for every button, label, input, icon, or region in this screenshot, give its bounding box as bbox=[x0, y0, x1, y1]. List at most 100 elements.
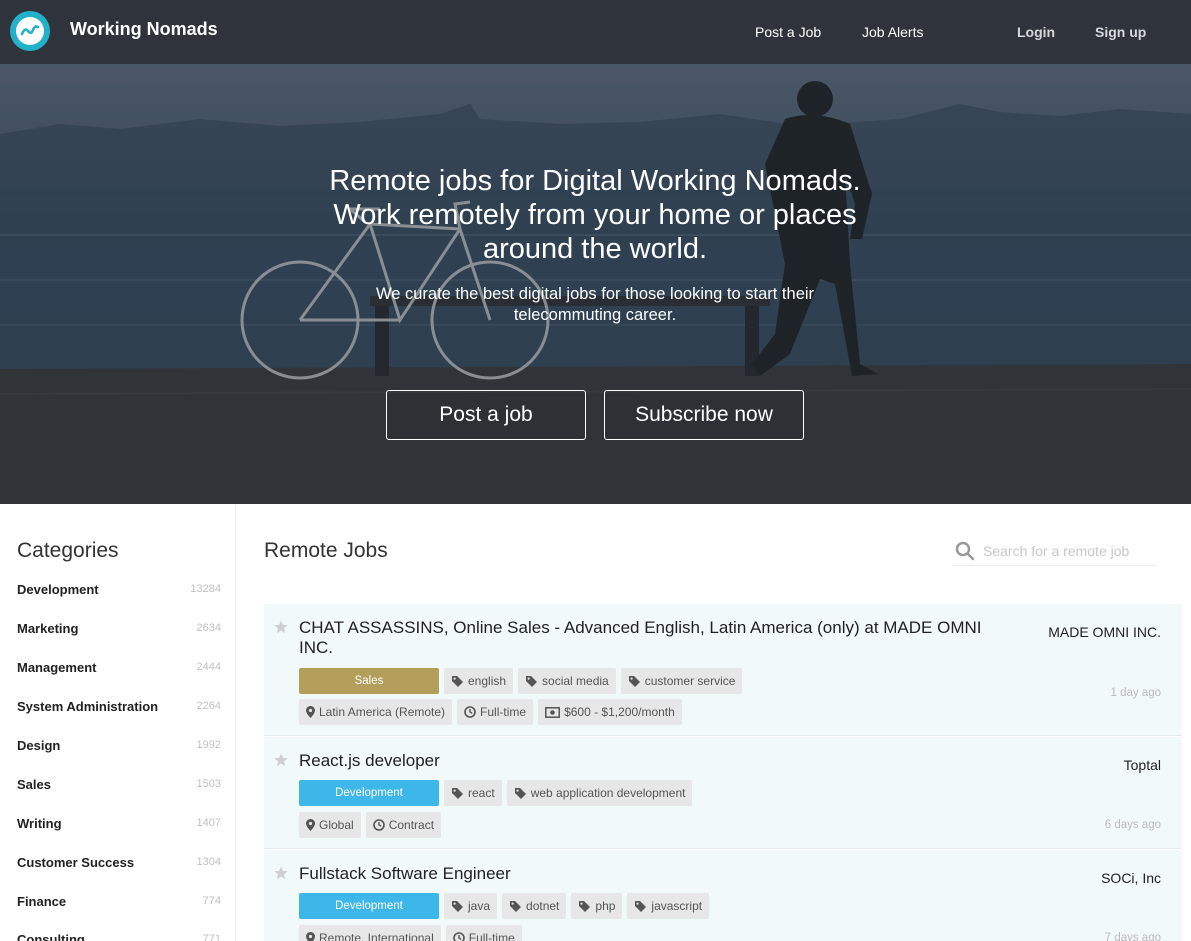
job-tags: Development java dotnet php javascript bbox=[299, 893, 710, 919]
map-marker-icon bbox=[306, 819, 315, 831]
job-listing[interactable]: Fullstack Software Engineer SOCi, Inc De… bbox=[264, 850, 1182, 941]
star-icon[interactable] bbox=[274, 620, 288, 634]
nav-login[interactable]: Login bbox=[1017, 24, 1055, 40]
tag-label: react bbox=[468, 786, 495, 800]
category-item[interactable]: Marketing 2634 bbox=[17, 621, 221, 636]
clock-icon bbox=[372, 819, 385, 831]
category-count: 13284 bbox=[190, 583, 221, 595]
clock-icon bbox=[452, 932, 465, 941]
tag-icon bbox=[628, 675, 640, 687]
tag-icon bbox=[514, 787, 526, 799]
category-item[interactable]: Finance 774 bbox=[17, 894, 221, 909]
category-name: Consulting bbox=[17, 932, 85, 941]
nav-job-alerts[interactable]: Job Alerts bbox=[862, 24, 923, 40]
job-type: Contract bbox=[365, 812, 442, 838]
job-type-label: Full-time bbox=[468, 931, 515, 941]
tag-label: social media bbox=[542, 674, 609, 688]
category-count: 1992 bbox=[196, 739, 221, 751]
category-item[interactable]: System Administration 2264 bbox=[17, 699, 221, 714]
tag-icon bbox=[510, 900, 522, 912]
categories-sidebar: Categories Development 13284 Marketing 263… bbox=[0, 504, 236, 941]
category-name: Finance bbox=[17, 894, 67, 909]
job-listing[interactable]: CHAT ASSASSINS, Online Sales - Advanced … bbox=[264, 604, 1182, 736]
company-name[interactable]: SOCi, Inc bbox=[1101, 870, 1161, 886]
tag-icon bbox=[635, 900, 647, 912]
tag[interactable]: social media bbox=[518, 668, 616, 694]
logo-icon[interactable] bbox=[10, 11, 50, 51]
tag[interactable]: javascript bbox=[627, 893, 710, 919]
job-search bbox=[952, 537, 1157, 566]
category-pill[interactable]: Development bbox=[299, 893, 439, 919]
job-location: Latin America (Remote) bbox=[299, 699, 453, 725]
tag[interactable]: php bbox=[571, 893, 623, 919]
tag[interactable]: customer service bbox=[620, 668, 743, 694]
category-item[interactable]: Writing 1407 bbox=[17, 816, 221, 831]
category-pill[interactable]: Development bbox=[299, 780, 439, 806]
hero-title-line: around the world. bbox=[482, 233, 708, 265]
remote-jobs-heading: Remote Jobs bbox=[264, 539, 388, 562]
tag-label: web application development bbox=[530, 786, 686, 800]
job-title[interactable]: React.js developer bbox=[299, 751, 999, 771]
category-item[interactable]: Sales 1503 bbox=[17, 777, 221, 792]
salary-label: $600 - $1,200/month bbox=[564, 705, 675, 719]
map-marker-icon bbox=[306, 932, 315, 941]
clock-icon bbox=[464, 706, 476, 718]
job-tags: Development react web application develo… bbox=[299, 780, 693, 806]
tag-label: customer service bbox=[644, 674, 736, 688]
job-meta: Latin America (Remote) Full-time $600 - … bbox=[299, 699, 682, 725]
hero-subtitle-line: We curate the best digital jobs for thos… bbox=[375, 285, 815, 303]
category-item[interactable]: Customer Success 1304 bbox=[17, 855, 221, 870]
job-title[interactable]: Fullstack Software Engineer bbox=[299, 864, 999, 884]
nav-post-a-job[interactable]: Post a Job bbox=[755, 24, 821, 40]
tag-label: php bbox=[595, 899, 616, 913]
category-count: 2264 bbox=[196, 700, 221, 712]
hero-title-line: Work remotely from your home or places bbox=[333, 199, 857, 231]
job-type-label: Contract bbox=[388, 818, 435, 832]
job-listing[interactable]: React.js developer Toptal Development re… bbox=[264, 737, 1182, 849]
company-name[interactable]: MADE OMNI INC. bbox=[1048, 624, 1161, 640]
tag-icon bbox=[452, 787, 463, 799]
tag[interactable]: react bbox=[444, 780, 502, 806]
job-age: 1 day ago bbox=[1110, 687, 1161, 699]
job-salary: $600 - $1,200/month bbox=[538, 699, 682, 725]
category-name: Management bbox=[17, 660, 97, 675]
job-meta: Global Contract bbox=[299, 812, 442, 838]
job-title[interactable]: CHAT ASSASSINS, Online Sales - Advanced … bbox=[299, 618, 999, 658]
job-type: Full-time bbox=[457, 699, 534, 725]
brand-name[interactable]: Working Nomads bbox=[70, 19, 218, 40]
location-label: Remote, International bbox=[319, 931, 434, 941]
job-tags: Sales english social media customer serv… bbox=[299, 668, 743, 694]
tag[interactable]: english bbox=[444, 668, 514, 694]
job-type: Full-time bbox=[445, 925, 522, 941]
search-icon bbox=[955, 541, 975, 561]
search-input[interactable] bbox=[983, 543, 1155, 559]
nav-sign-up[interactable]: Sign up bbox=[1095, 24, 1146, 40]
tag-label: english bbox=[468, 674, 507, 688]
tag[interactable]: dotnet bbox=[502, 893, 567, 919]
category-item[interactable]: Consulting 771 bbox=[17, 932, 221, 941]
job-type-label: Full-time bbox=[480, 705, 527, 719]
category-item[interactable]: Design 1992 bbox=[17, 738, 221, 753]
star-icon[interactable] bbox=[274, 753, 288, 767]
categories-heading: Categories bbox=[17, 539, 119, 562]
money-icon bbox=[545, 706, 561, 718]
category-item[interactable]: Management 2444 bbox=[17, 660, 221, 675]
category-name: Customer Success bbox=[17, 855, 135, 870]
company-name[interactable]: Toptal bbox=[1124, 757, 1161, 773]
category-item[interactable]: Development 13284 bbox=[17, 582, 221, 597]
star-icon[interactable] bbox=[274, 866, 288, 880]
location-label: Latin America (Remote) bbox=[319, 705, 446, 719]
category-count: 2634 bbox=[196, 622, 221, 634]
tag[interactable]: java bbox=[444, 893, 498, 919]
hero-subtitle-line: telecommuting career. bbox=[513, 306, 677, 324]
subscribe-now-button[interactable]: Subscribe now bbox=[604, 390, 804, 440]
job-age: 6 days ago bbox=[1104, 819, 1161, 831]
post-a-job-button[interactable]: Post a job bbox=[386, 390, 586, 440]
tag[interactable]: web application development bbox=[506, 780, 693, 806]
category-pill[interactable]: Sales bbox=[299, 668, 439, 694]
tag-icon bbox=[452, 900, 463, 912]
job-location: Remote, International bbox=[299, 925, 441, 941]
category-name: Development bbox=[17, 582, 99, 597]
category-count: 771 bbox=[202, 933, 221, 941]
category-count: 2444 bbox=[196, 661, 221, 673]
